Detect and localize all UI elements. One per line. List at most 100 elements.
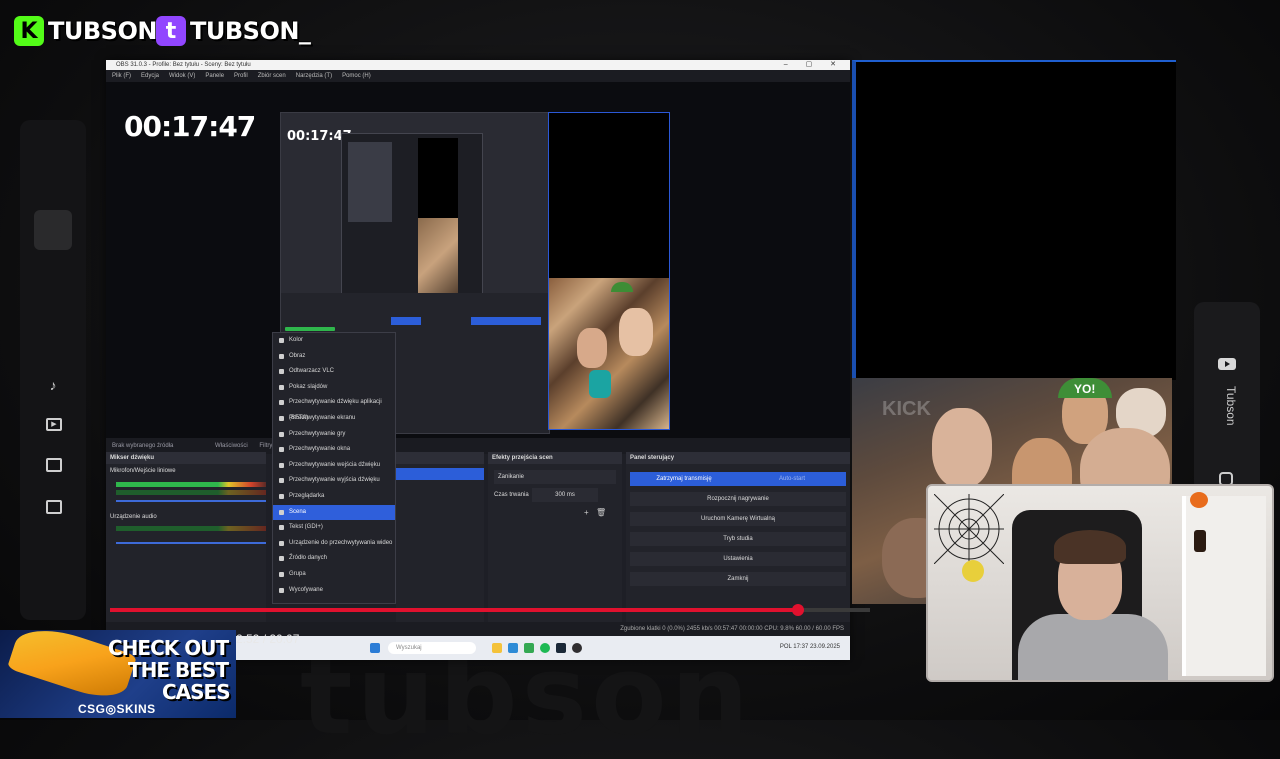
menu-item-display-capture[interactable]: Przechwytywanie ekranu <box>273 411 395 427</box>
kick-icon: K <box>14 16 44 46</box>
selected-scene[interactable] <box>396 468 484 480</box>
duration-label: Czas trwania <box>494 492 529 498</box>
kick-channel-name: TUBSON <box>48 17 157 45</box>
avatar <box>34 210 72 250</box>
webcam-overlay <box>926 484 1274 682</box>
video-icon[interactable]: ▶ <box>46 418 62 431</box>
controls-panel: Panel sterujący Zatrzymaj transmisję Aut… <box>626 452 850 622</box>
ad-line-1: CHECK OUT <box>108 636 229 660</box>
menu-item-vlc[interactable]: Odtwarzacz VLC <box>273 364 395 380</box>
spotify-icon[interactable] <box>540 643 550 653</box>
add-transition-icon[interactable]: + <box>584 508 589 517</box>
social-channel-name: Tubson <box>1224 386 1238 426</box>
auto-start-badge: Auto-start <box>738 472 846 486</box>
menu-item-scene[interactable]: Scena <box>273 504 395 521</box>
scenes-panel <box>396 452 484 622</box>
music-icon[interactable]: ♪ <box>44 378 62 392</box>
menu-item-media-source[interactable]: Źródło danych <box>273 551 395 567</box>
menu-file[interactable]: Plik (F) <box>112 70 131 82</box>
window-controls[interactable]: – ▢ ✕ <box>784 60 844 70</box>
menu-item-color[interactable]: Kolor <box>273 333 395 349</box>
streamer-hair <box>1054 530 1126 564</box>
studio-mode-button[interactable]: Tryb studia <box>630 532 846 546</box>
csgoskins-ad[interactable]: CHECK OUT THE BEST CASES CSG◎SKINS <box>0 630 236 718</box>
exit-button[interactable]: Zamknij <box>630 572 846 586</box>
video-seekbar[interactable] <box>110 604 870 616</box>
add-source-context-menu: Kolor Obraz Odtwarzacz VLC Pokaz slajdów… <box>272 332 396 604</box>
obs-titlebar: OBS 31.0.3 - Profile: Bez tytułu - Sceny… <box>106 60 850 70</box>
edge-icon[interactable] <box>508 643 518 653</box>
properties-button[interactable]: Właściwości <box>215 443 248 449</box>
seekbar-handle[interactable] <box>791 604 804 616</box>
duration-input[interactable]: 300 ms <box>532 488 598 502</box>
taskbar-search[interactable]: Wyszukaj <box>388 642 476 654</box>
transition-type-select[interactable]: Zanikanie <box>494 470 616 484</box>
menu-item-group[interactable]: Grupa <box>273 567 395 583</box>
lantern-decoration <box>1194 530 1206 552</box>
transitions-title: Efekty przejścia scen <box>488 452 622 464</box>
menu-item-audio-output[interactable]: Przechwytywanie wyjścia dźwięku <box>273 473 395 489</box>
trash-icon[interactable]: 🗑 <box>596 508 606 517</box>
image-icon[interactable] <box>46 500 62 514</box>
menu-item-audio-input[interactable]: Przechwytywanie wejścia dźwięku <box>273 458 395 474</box>
desktop-volume-slider[interactable] <box>116 542 266 544</box>
youtube-icon[interactable] <box>1218 358 1236 370</box>
kick-watermark: KICK <box>882 398 931 420</box>
calendar-icon[interactable] <box>46 458 62 472</box>
menu-docks[interactable]: Panele <box>205 70 224 82</box>
file-explorer-icon[interactable] <box>492 643 502 653</box>
twitch-icon: t <box>156 16 186 46</box>
obs-title: OBS 31.0.3 - Profile: Bez tytułu - Sceny… <box>116 62 251 68</box>
menu-item-video-device[interactable]: Urządzenie do przechwytywania wideo <box>273 536 395 552</box>
spiderweb-decoration <box>934 494 1004 564</box>
menu-item-text[interactable]: Tekst (GDI+) <box>273 520 395 536</box>
streamer-hoodie <box>1018 614 1168 680</box>
steam-icon[interactable] <box>556 643 566 653</box>
menu-tools[interactable]: Narzędzia (T) <box>296 70 332 82</box>
menu-item-slideshow[interactable]: Pokaz slajdów <box>273 380 395 396</box>
mixer-track-mic: Mikrofon/Wejście liniowe <box>110 468 176 474</box>
mic-level-meter <box>116 482 266 487</box>
decor-ball <box>962 560 984 582</box>
video-timecode: 2:52 / 20:07 <box>236 632 300 646</box>
kick-channel-badge: K TUBSON <box>14 14 157 48</box>
chrome-icon[interactable] <box>524 643 534 653</box>
filters-button[interactable]: Filtry <box>259 443 272 449</box>
ad-brand: CSG◎SKINS <box>78 702 156 716</box>
menu-item-app-audio[interactable]: Przechwytywanie dźwięku aplikacji (BETA) <box>273 395 395 421</box>
obs-taskbar-icon[interactable] <box>572 643 582 653</box>
menu-item-image[interactable]: Obraz <box>273 349 395 365</box>
stop-stream-button[interactable]: Zatrzymaj transmisję <box>630 472 738 486</box>
social-bar: Tubson <box>1194 302 1260 492</box>
transitions-panel: Efekty przejścia scen Zanikanie Czas trw… <box>488 452 622 622</box>
menu-item-deprecated[interactable]: Wycofywane <box>273 583 395 599</box>
windows-start-icon[interactable] <box>370 643 380 653</box>
obs-preview[interactable]: 00:17:47 00:17:47 Brak wybranego źródła … <box>106 82 850 454</box>
mic-level-meter-2 <box>116 490 266 495</box>
menu-item-game-capture[interactable]: Przechwytywanie gry <box>273 427 395 443</box>
menu-view[interactable]: Widok (V) <box>169 70 195 82</box>
start-virtual-camera-button[interactable]: Uruchom Kamerę Wirtualną <box>630 512 846 526</box>
mic-volume-slider[interactable] <box>116 500 266 502</box>
no-source-label: Brak wybranego źródła <box>112 443 174 449</box>
controls-title: Panel sterujący <box>626 452 850 464</box>
desktop-level-meter <box>116 526 266 531</box>
seekbar-progress <box>110 608 798 612</box>
mixer-track-desktop: Urządzenie audio <box>110 514 157 520</box>
platypus-image <box>589 370 611 398</box>
twitch-channel-name: TUBSON_ <box>190 17 311 45</box>
menu-item-window-capture[interactable]: Przechwytywanie okna <box>273 442 395 458</box>
menu-help[interactable]: Pomoc (H) <box>342 70 371 82</box>
yo-cap-text: YO! <box>1074 382 1096 396</box>
menu-item-browser[interactable]: Przeglądarka <box>273 489 395 505</box>
twitch-channel-badge: t TUBSON_ <box>156 14 311 48</box>
menu-scene-collection[interactable]: Zbiór scen <box>258 70 286 82</box>
settings-button[interactable]: Ustawienia <box>630 552 846 566</box>
menu-edit[interactable]: Edycja <box>141 70 159 82</box>
start-recording-button[interactable]: Rozpocznij nagrywanie <box>630 492 846 506</box>
shelf <box>1182 496 1266 676</box>
system-tray: POL 17:37 23.09.2025 <box>779 644 840 650</box>
menu-profile[interactable]: Profil <box>234 70 248 82</box>
audio-mixer-panel: Mikser dźwięku Mikrofon/Wejście liniowe … <box>106 452 266 622</box>
audio-mixer-title: Mikser dźwięku <box>106 452 266 464</box>
